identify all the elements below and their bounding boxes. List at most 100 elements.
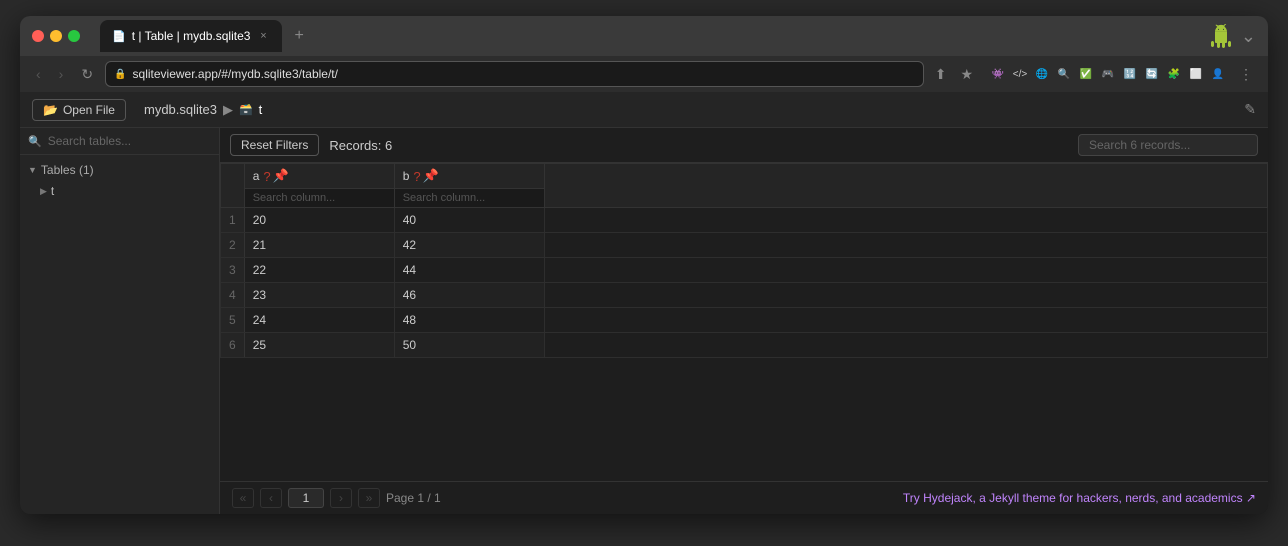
data-table: a ? 📌: [220, 163, 1268, 358]
arrow-right-icon: ▶: [40, 186, 47, 197]
cell-b[interactable]: 42: [394, 233, 544, 258]
cell-b[interactable]: 48: [394, 308, 544, 333]
sidebar-section: ▼ Tables (1) ▶ t: [20, 155, 219, 205]
menu-btn[interactable]: ⋮: [1234, 64, 1258, 85]
ext-icon-8[interactable]: 🔄: [1142, 64, 1162, 84]
edit-icon[interactable]: ✎: [1244, 101, 1256, 118]
col-a-search-input[interactable]: [245, 188, 394, 207]
tabs-area: 📄 t | Table | mydb.sqlite3 × +: [100, 20, 1201, 52]
last-page-button[interactable]: »: [358, 488, 380, 508]
cell-a[interactable]: 23: [244, 283, 394, 308]
row-number: 3: [221, 258, 245, 283]
minimize-window-btn[interactable]: [50, 30, 62, 42]
ext-icon-6[interactable]: 🎮: [1098, 64, 1118, 84]
cell-b[interactable]: 40: [394, 208, 544, 233]
download-btn[interactable]: ⬆: [930, 64, 952, 85]
col-a-header: a ? 📌: [244, 164, 394, 208]
table-row: 42346: [221, 283, 1268, 308]
table-row: 32244: [221, 258, 1268, 283]
row-number: 6: [221, 333, 245, 358]
data-table-container: a ? 📌: [220, 163, 1268, 481]
records-count: Records: 6: [329, 138, 392, 153]
tables-section-label: Tables (1): [41, 163, 94, 177]
ext-icon-2[interactable]: </>: [1010, 64, 1030, 84]
cell-a[interactable]: 21: [244, 233, 394, 258]
breadcrumb-separator: ▶: [223, 102, 233, 118]
row-number: 5: [221, 308, 245, 333]
sidebar-search-input[interactable]: [48, 134, 211, 148]
forward-button[interactable]: ›: [53, 62, 70, 86]
new-tab-button[interactable]: +: [286, 23, 311, 49]
extra-col-header: [544, 164, 1267, 208]
ext-icon-3[interactable]: 🌐: [1032, 64, 1052, 84]
hydejack-link[interactable]: Try Hydejack, a Jekyll theme for hackers…: [903, 491, 1256, 505]
col-b-header: b ? 📌: [394, 164, 544, 208]
nav-bar: ‹ › ↻ 🔒 sqliteviewer.app/#/mydb.sqlite3/…: [20, 56, 1268, 92]
nav-actions: ⬆ ★: [930, 64, 978, 85]
open-file-button[interactable]: 📂 Open File: [32, 99, 126, 121]
row-num-header: [221, 164, 245, 208]
cell-a[interactable]: 20: [244, 208, 394, 233]
breadcrumb-db[interactable]: mydb.sqlite3: [144, 102, 217, 117]
address-bar[interactable]: 🔒 sqliteviewer.app/#/mydb.sqlite3/table/…: [105, 61, 924, 87]
cell-empty: [544, 258, 1267, 283]
cell-empty: [544, 208, 1267, 233]
sidebar-search-area: 🔍: [20, 128, 219, 155]
cell-empty: [544, 233, 1267, 258]
close-window-btn[interactable]: [32, 30, 44, 42]
chevron-down-icon: ▼: [28, 165, 37, 175]
col-a-question-icon[interactable]: ?: [263, 169, 270, 184]
breadcrumb-db-icon: 🗃️: [239, 103, 253, 116]
ext-icon-9[interactable]: 🧩: [1164, 64, 1184, 84]
tab-icon: 📄: [112, 30, 126, 43]
cell-b[interactable]: 46: [394, 283, 544, 308]
url-text: sqliteviewer.app/#/mydb.sqlite3/table/t/: [133, 67, 338, 81]
search-records-input[interactable]: [1078, 134, 1258, 156]
app-container: 📂 Open File mydb.sqlite3 ▶ 🗃️ t ✎ 🔍: [20, 92, 1268, 514]
back-button[interactable]: ‹: [30, 62, 47, 86]
android-icon: [1209, 24, 1233, 48]
sidebar-search-icon: 🔍: [28, 135, 42, 148]
cell-a[interactable]: 24: [244, 308, 394, 333]
col-b-pin-icon[interactable]: 📌: [423, 168, 439, 184]
sidebar-item-t[interactable]: ▶ t: [20, 181, 219, 201]
col-b-search-input[interactable]: [395, 188, 544, 207]
active-tab[interactable]: 📄 t | Table | mydb.sqlite3 ×: [100, 20, 282, 52]
bookmark-btn[interactable]: ★: [955, 64, 978, 85]
page-number-input[interactable]: [288, 488, 324, 508]
cell-a[interactable]: 25: [244, 333, 394, 358]
col-a-label: a: [253, 169, 260, 183]
page-info: Page 1 / 1: [386, 491, 441, 505]
window-collapse-btn[interactable]: ⌄: [1241, 26, 1256, 47]
first-page-button[interactable]: «: [232, 488, 254, 508]
ext-icon-1[interactable]: 👾: [988, 64, 1008, 84]
maximize-window-btn[interactable]: [68, 30, 80, 42]
table-row: 62550: [221, 333, 1268, 358]
traffic-lights: [32, 30, 80, 42]
ext-icon-11[interactable]: 👤: [1208, 64, 1228, 84]
cell-empty: [544, 333, 1267, 358]
prev-page-button[interactable]: ‹: [260, 488, 282, 508]
col-a-pin-icon[interactable]: 📌: [273, 168, 289, 184]
next-page-button[interactable]: ›: [330, 488, 352, 508]
title-bar: 📄 t | Table | mydb.sqlite3 × + ⌄: [20, 16, 1268, 56]
extension-icons: 👾 </> 🌐 🔍 ✅ 🎮 🔢 🔄 🧩 ⬜ 👤: [988, 64, 1228, 84]
ext-icon-5[interactable]: ✅: [1076, 64, 1096, 84]
cell-b[interactable]: 44: [394, 258, 544, 283]
cell-b[interactable]: 50: [394, 333, 544, 358]
refresh-button[interactable]: ↻: [75, 62, 99, 87]
reset-filters-button[interactable]: Reset Filters: [230, 134, 319, 156]
ext-icon-10[interactable]: ⬜: [1186, 64, 1206, 84]
col-b-label: b: [403, 169, 410, 183]
tables-section-header[interactable]: ▼ Tables (1): [20, 159, 219, 181]
cell-empty: [544, 283, 1267, 308]
pagination: « ‹ › » Page 1 / 1 Try Hydejack, a Jekyl…: [220, 481, 1268, 514]
cell-a[interactable]: 22: [244, 258, 394, 283]
col-b-question-icon[interactable]: ?: [413, 169, 420, 184]
ext-icon-7[interactable]: 🔢: [1120, 64, 1140, 84]
table-area: Reset Filters Records: 6 a: [220, 128, 1268, 514]
tab-close-btn[interactable]: ×: [256, 29, 270, 43]
breadcrumb-table[interactable]: t: [259, 102, 263, 117]
ext-icon-4[interactable]: 🔍: [1054, 64, 1074, 84]
row-number: 4: [221, 283, 245, 308]
